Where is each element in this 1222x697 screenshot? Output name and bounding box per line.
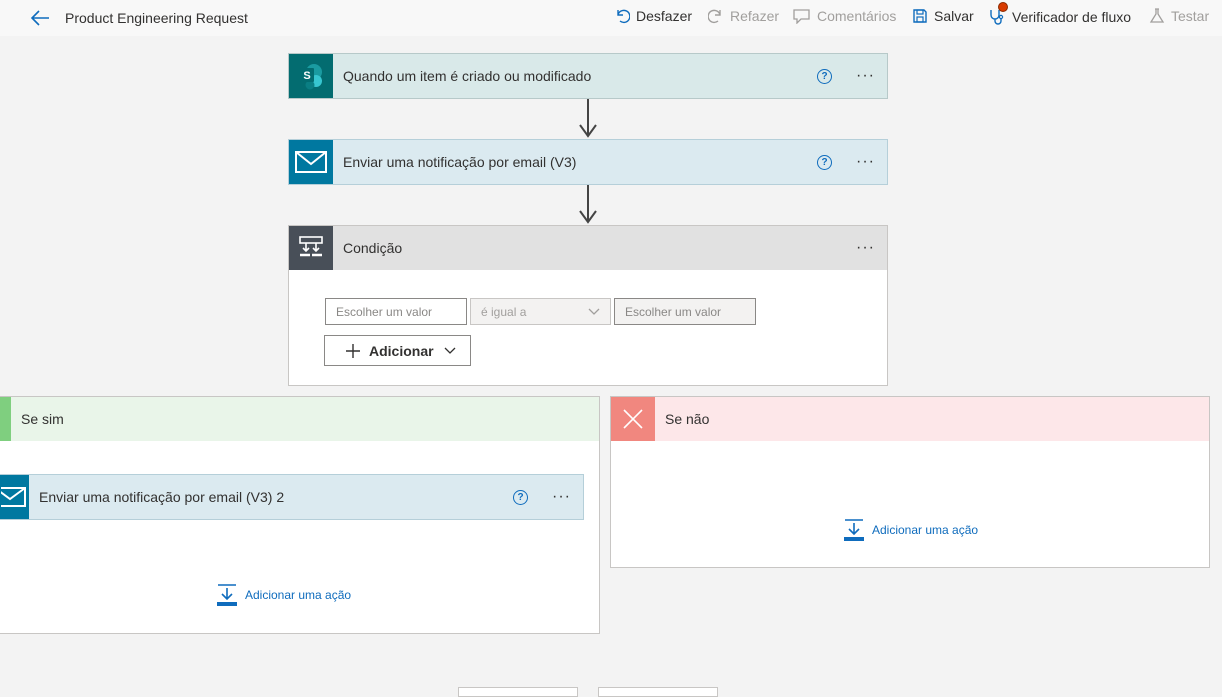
yes-email-action-card[interactable]: Enviar uma notificação por email (V3) 2 … xyxy=(0,474,584,520)
more-options-icon[interactable]: ··· xyxy=(552,489,571,505)
condition-left-value-input[interactable]: Escolher um valor xyxy=(325,298,467,325)
arrow-head-icon xyxy=(579,124,597,138)
trigger-card-header[interactable]: S Quando um item é criado ou modificado … xyxy=(289,54,887,98)
redo-button[interactable]: Refazer xyxy=(708,8,779,24)
trigger-title: Quando um item é criado ou modificado xyxy=(343,68,592,84)
add-condition-label: Adicionar xyxy=(369,342,434,359)
condition-card[interactable]: Condição ··· Escolher um valor é igual a… xyxy=(288,225,888,386)
save-button[interactable]: Salvar xyxy=(912,8,974,24)
undo-label: Desfazer xyxy=(636,8,693,24)
condition-right-value-input[interactable]: Escolher um valor xyxy=(614,298,756,325)
email-action-card[interactable]: Enviar uma notificação por email (V3) ? … xyxy=(288,139,888,185)
mail-icon xyxy=(289,140,333,184)
redo-icon xyxy=(708,9,721,24)
stethoscope-icon xyxy=(988,2,1008,26)
close-icon xyxy=(611,397,655,441)
command-bar: Product Engineering Request Desfazer Ref… xyxy=(0,0,1222,36)
no-add-action-label: Adicionar uma ação xyxy=(872,523,979,537)
trigger-card[interactable]: S Quando um item é criado ou modificado … xyxy=(288,53,888,99)
email-action-header[interactable]: Enviar uma notificação por email (V3) ? … xyxy=(289,140,887,184)
arrow-head-icon xyxy=(579,210,597,224)
yes-branch-header[interactable]: Se sim xyxy=(0,397,599,441)
condition-operator-select[interactable]: é igual a xyxy=(470,298,611,325)
help-icon[interactable]: ? xyxy=(513,489,529,505)
add-action-icon xyxy=(217,584,237,606)
add-action-icon xyxy=(844,519,864,541)
yes-add-action-button[interactable]: Adicionar uma ação xyxy=(217,584,351,606)
sharepoint-icon: S xyxy=(289,54,333,98)
error-badge xyxy=(998,2,1008,12)
more-options-icon[interactable]: ··· xyxy=(856,68,875,84)
help-icon[interactable]: ? xyxy=(817,68,833,84)
flow-checker-label: Verificador de fluxo xyxy=(1012,9,1132,25)
operator-label: é igual a xyxy=(481,304,527,319)
undo-icon xyxy=(617,9,630,24)
plus-icon xyxy=(346,343,360,358)
no-branch-header[interactable]: Se não xyxy=(611,397,1209,441)
no-branch-title: Se não xyxy=(665,411,710,427)
yes-email-action-header[interactable]: Enviar uma notificação por email (V3) 2 … xyxy=(0,475,583,519)
add-condition-button[interactable]: Adicionar xyxy=(324,335,471,366)
test-button[interactable]: Testar xyxy=(1149,8,1209,24)
yes-branch: Se sim Enviar uma notificação por email … xyxy=(0,396,600,634)
flow-checker-button[interactable]: Verificador de fluxo xyxy=(988,2,1132,26)
redo-label: Refazer xyxy=(730,8,780,24)
flask-icon xyxy=(1149,8,1165,23)
help-icon[interactable]: ? xyxy=(817,154,833,170)
comments-button[interactable]: Comentários xyxy=(793,8,896,24)
chevron-down-icon xyxy=(444,347,456,354)
yes-branch-accent xyxy=(0,397,11,441)
yes-branch-title: Se sim xyxy=(21,411,64,427)
more-options-icon[interactable]: ··· xyxy=(856,154,875,170)
back-arrow-icon xyxy=(30,10,49,26)
back-button[interactable] xyxy=(28,7,52,29)
condition-icon xyxy=(289,226,333,270)
more-options-icon[interactable]: ··· xyxy=(856,240,875,256)
flow-title: Product Engineering Request xyxy=(65,10,248,26)
test-label: Testar xyxy=(1171,8,1210,24)
save-label: Salvar xyxy=(934,8,974,24)
undo-button[interactable]: Desfazer xyxy=(614,8,692,24)
comments-label: Comentários xyxy=(817,8,897,24)
no-add-action-button[interactable]: Adicionar uma ação xyxy=(844,519,978,541)
yes-email-action-title: Enviar uma notificação por email (V3) 2 xyxy=(39,489,285,505)
condition-header[interactable]: Condição ··· xyxy=(289,226,887,270)
bottom-button-partial[interactable] xyxy=(598,687,718,697)
mail-icon xyxy=(0,475,29,519)
yes-add-action-label: Adicionar uma ação xyxy=(245,588,352,602)
save-icon xyxy=(913,9,927,23)
bottom-button-partial[interactable] xyxy=(458,687,578,697)
no-branch: Se não Adicionar uma ação xyxy=(610,396,1210,568)
condition-title: Condição xyxy=(343,240,403,256)
chevron-down-icon xyxy=(588,308,600,315)
email-action-title: Enviar uma notificação por email (V3) xyxy=(343,154,577,170)
comment-icon xyxy=(793,9,810,24)
svg-text:S: S xyxy=(303,70,310,82)
